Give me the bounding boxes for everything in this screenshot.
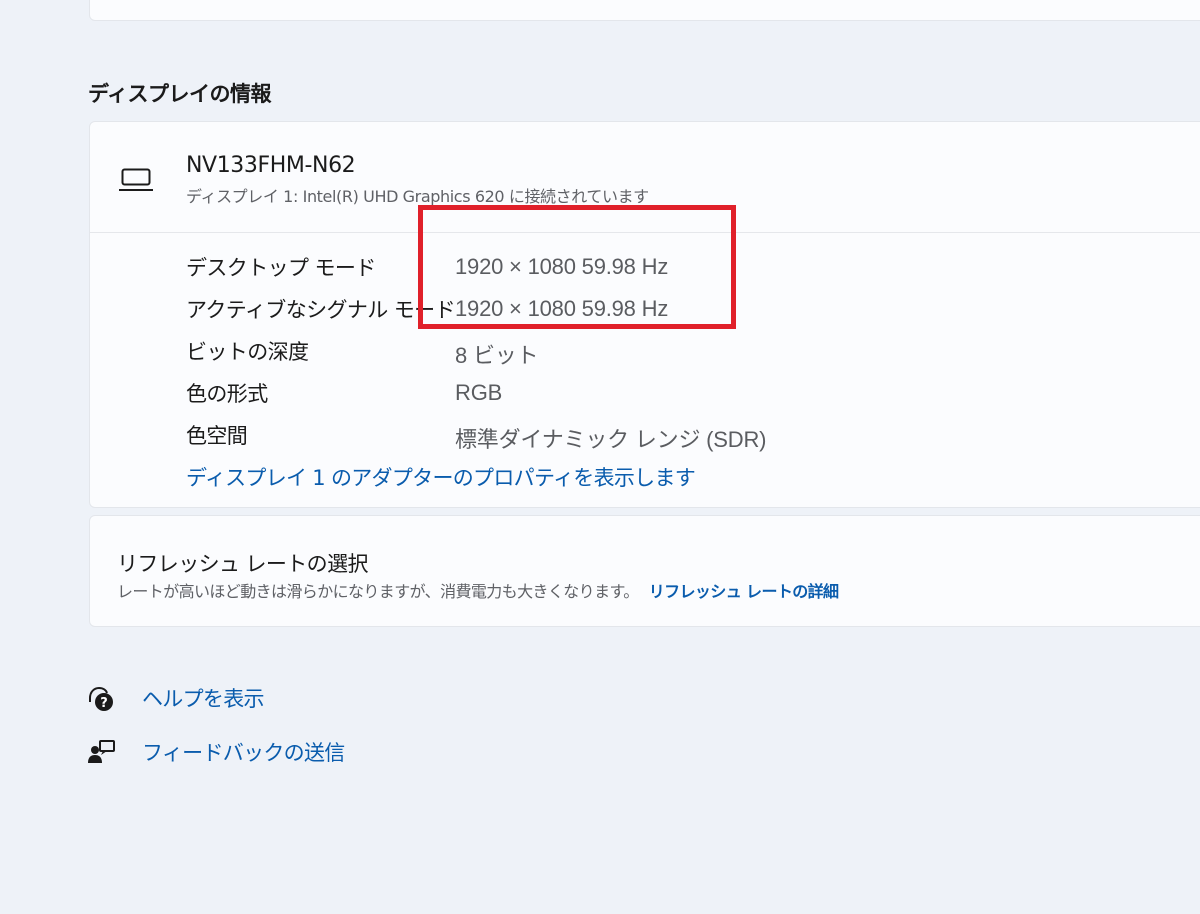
info-value: RGB — [455, 380, 503, 405]
display-info-card: NV133FHM-N62 ディスプレイ 1: Intel(R) UHD Grap… — [89, 121, 1200, 508]
refresh-rate-details-link[interactable]: リフレッシュ レートの詳細 — [649, 582, 839, 601]
refresh-rate-card[interactable]: リフレッシュ レートの選択 レートが高いほど動きは滑らかになりますが、消費電力も… — [89, 515, 1200, 627]
section-title-display-info: ディスプレイの情報 — [88, 82, 272, 106]
refresh-rate-description-text: レートが高いほど動きは滑らかになりますが、消費電力も大きくなります。 — [117, 582, 639, 601]
send-feedback-link[interactable]: フィードバックの送信 — [87, 737, 345, 767]
info-label: 色の形式 — [186, 382, 268, 406]
help-icon: ? — [89, 686, 113, 711]
info-value: 標準ダイナミック レンジ (SDR) — [455, 427, 767, 452]
laptop-icon — [119, 168, 153, 191]
monitor-header: NV133FHM-N62 ディスプレイ 1: Intel(R) UHD Grap… — [90, 122, 1200, 233]
refresh-rate-title: リフレッシュ レートの選択 — [117, 552, 368, 576]
get-help-label: ヘルプを表示 — [142, 687, 265, 711]
info-value: 1920 × 1080 59.98 Hz — [455, 254, 669, 279]
info-value: 1920 × 1080 59.98 Hz — [455, 296, 669, 321]
info-value: 8 ビット — [455, 343, 539, 368]
send-feedback-label: フィードバックの送信 — [142, 741, 345, 765]
monitor-name: NV133FHM-N62 — [186, 153, 356, 178]
info-label: 色空間 — [186, 424, 248, 448]
feedback-icon — [88, 740, 115, 763]
previous-card — [89, 0, 1200, 21]
monitor-connection: ディスプレイ 1: Intel(R) UHD Graphics 620 に接続さ… — [186, 187, 649, 206]
get-help-link[interactable]: ? ヘルプを表示 — [87, 683, 265, 713]
adapter-properties-link[interactable]: ディスプレイ 1 のアダプターのプロパティを表示します — [186, 462, 696, 492]
info-label: デスクトップ モード — [186, 256, 376, 280]
info-label: アクティブなシグナル モード — [186, 298, 456, 322]
info-label: ビットの深度 — [186, 340, 309, 364]
svg-text:?: ? — [100, 696, 108, 711]
refresh-rate-description: レートが高いほど動きは滑らかになりますが、消費電力も大きくなります。 リフレッシュ… — [117, 578, 839, 602]
